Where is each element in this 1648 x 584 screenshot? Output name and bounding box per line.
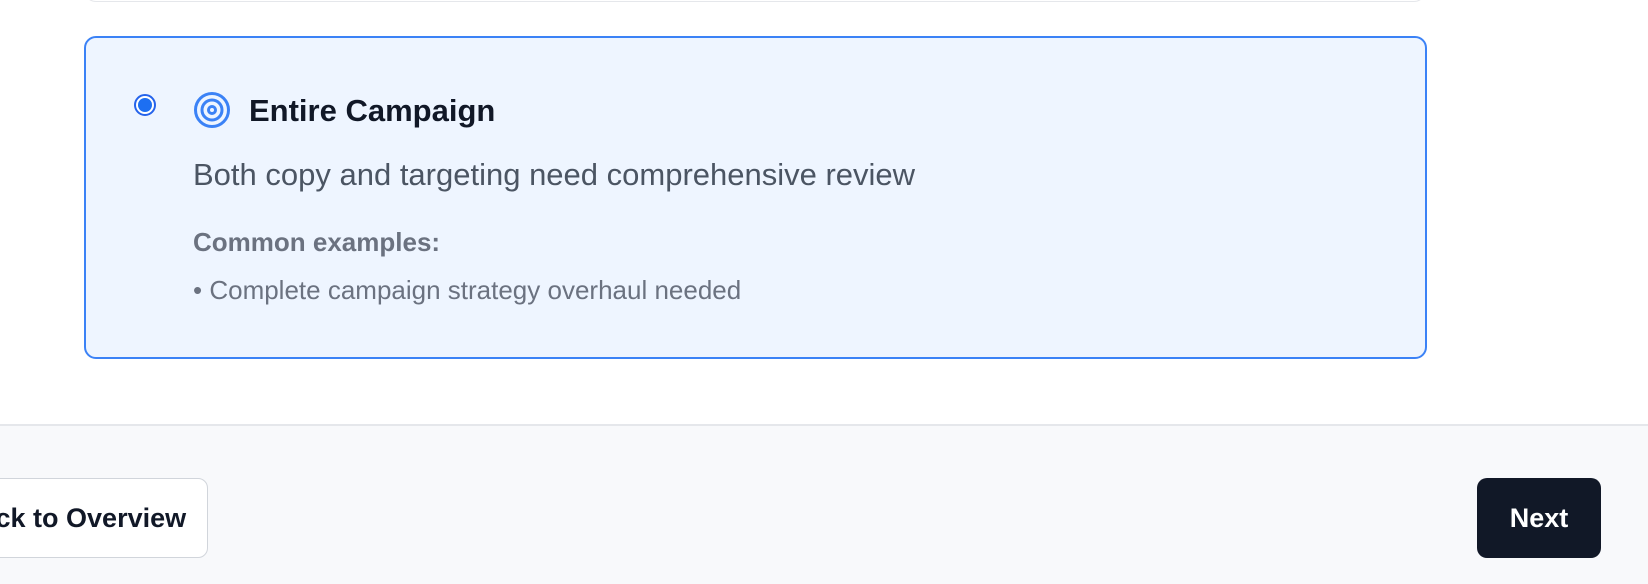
examples-list: • Complete campaign strategy overhaul ne… <box>193 274 741 306</box>
examples-heading: Common examples: <box>193 227 441 257</box>
page: Entire Campaign Both copy and targeting … <box>0 0 1648 584</box>
next-button[interactable]: Next <box>1477 478 1601 558</box>
radio-selected-dot <box>138 98 152 112</box>
radio-button[interactable] <box>134 94 156 116</box>
back-to-overview-button[interactable]: Back to Overview <box>0 478 208 558</box>
option-card-entire-campaign[interactable]: Entire Campaign Both copy and targeting … <box>84 36 1427 359</box>
previous-option-card[interactable] <box>84 0 1426 2</box>
target-icon <box>194 92 230 128</box>
list-item: • Complete campaign strategy overhaul ne… <box>193 275 742 305</box>
option-description: Both copy and targeting need comprehensi… <box>193 157 916 192</box>
option-title: Entire Campaign <box>249 93 496 128</box>
footer-bar: Back to Overview Next <box>0 424 1648 584</box>
